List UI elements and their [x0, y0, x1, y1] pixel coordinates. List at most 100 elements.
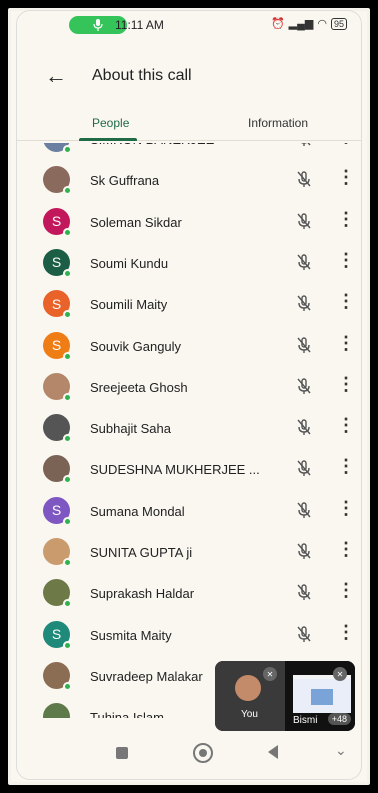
arrow-left-icon[interactable]: ← [45, 63, 67, 89]
system-nav-bar: ⌄ [17, 729, 361, 779]
picture-in-picture[interactable]: ✕ You ✕ Bismi +48 [215, 661, 355, 731]
participant-row[interactable]: SUDESHNA MUKHERJEE ... ⋮ [17, 451, 361, 493]
presence-indicator [63, 145, 72, 154]
participant-row[interactable]: Sreejeeta Ghosh ⋮ [17, 369, 361, 411]
avatar: S [43, 207, 72, 237]
more-options-icon[interactable]: ⋮ [337, 540, 355, 558]
presence-indicator [63, 351, 72, 361]
avatar: S [43, 248, 72, 278]
participant-name: Susmita Maity [90, 627, 172, 643]
page-title: About this call [92, 67, 192, 84]
more-options-icon[interactable]: ⋮ [337, 143, 355, 145]
presence-indicator [63, 434, 72, 444]
mic-icon [93, 19, 103, 31]
mic-off-icon [295, 170, 313, 188]
wifi-icon: ◠ [317, 18, 327, 30]
participant-row[interactable]: SUNITA GUPTA ji ⋮ [17, 534, 361, 576]
battery-indicator: 95 [330, 17, 347, 30]
status-bar: 11:11 AM ⏰ ▂▄▆ ◠ 95 [17, 11, 361, 39]
participant-name: Subhajit Saha [90, 421, 171, 437]
more-options-icon[interactable]: ⋮ [337, 581, 355, 599]
mic-off-icon [295, 625, 313, 643]
participant-row[interactable]: S Soumi Kundu ⋮ [17, 245, 361, 287]
mic-off-icon: ✕ [263, 667, 277, 681]
pip-self-label: You [241, 709, 258, 720]
participant-row[interactable]: S Soumili Maity ⋮ [17, 286, 361, 328]
avatar [43, 143, 72, 154]
avatar [43, 166, 72, 196]
mic-off-icon [295, 377, 313, 395]
more-options-icon[interactable]: ⋮ [337, 210, 355, 228]
presence-indicator [63, 268, 72, 278]
participant-name: Suprakash Haldar [90, 586, 195, 602]
more-options-icon[interactable]: ⋮ [337, 375, 355, 393]
participant-row[interactable]: S Souvik Ganguly ⋮ [17, 328, 361, 370]
participant-name: Suvradeep Malakar [90, 668, 203, 684]
participant-name: Sk Guffrana [90, 173, 160, 189]
avatar-initial: S [51, 502, 62, 519]
avatar [43, 372, 72, 402]
mic-off-icon [295, 143, 313, 147]
avatar-initial: S [51, 254, 62, 271]
participant-row[interactable]: S Sumana Mondal ⋮ [17, 493, 361, 535]
avatar: S [43, 496, 72, 526]
mic-off-icon [295, 253, 313, 271]
participant-name: Souvik Ganguly [90, 338, 182, 354]
participant-name: SUDESHNA MUKHERJEE ... [90, 462, 260, 478]
recents-button[interactable] [116, 747, 128, 759]
avatar-initial: S [51, 213, 62, 230]
mic-off-icon [295, 459, 313, 477]
participant-name: Sreejeeta Ghosh [90, 379, 188, 395]
participant-row[interactable]: Subhajit Saha ⋮ [17, 410, 361, 452]
active-tab-indicator [79, 138, 137, 141]
avatar: S [43, 620, 72, 650]
avatar: S [43, 290, 72, 320]
presence-indicator [63, 186, 72, 196]
home-button[interactable] [193, 743, 213, 763]
pip-self-tile: ✕ You [215, 661, 285, 731]
screen: 11:11 AM ⏰ ▂▄▆ ◠ 95 ← About this call Pe… [16, 10, 362, 780]
more-options-icon[interactable]: ⋮ [337, 457, 355, 475]
mic-off-icon [295, 501, 313, 519]
presence-indicator [63, 475, 72, 485]
participant-name: SIMRON BANERJEE [90, 143, 214, 147]
avatar [43, 661, 72, 691]
avatar [43, 703, 70, 718]
presence-indicator [63, 599, 72, 609]
presence-indicator [63, 558, 72, 567]
avatar [235, 675, 261, 701]
participant-name: Soumili Maity [90, 297, 168, 313]
participant-row[interactable]: S Soleman Sikdar ⋮ [17, 204, 361, 246]
presence-indicator [63, 516, 72, 526]
tab-people[interactable]: People [92, 116, 129, 130]
mic-off-icon [295, 336, 313, 354]
mic-off-icon [295, 418, 313, 436]
participant-name: Sumana Mondal [90, 503, 185, 519]
more-options-icon[interactable]: ⋮ [337, 623, 355, 641]
more-options-icon[interactable]: ⋮ [337, 251, 355, 269]
participant-row[interactable]: Suprakash Haldar ⋮ [17, 575, 361, 617]
chevron-down-icon[interactable]: ⌄ [335, 742, 347, 759]
avatar [43, 579, 72, 609]
screen-share-preview [293, 675, 351, 713]
more-options-icon[interactable]: ⋮ [337, 334, 355, 352]
pip-other-tile: ✕ Bismi +48 [285, 661, 355, 731]
participant-name: Soumi Kundu [90, 255, 169, 271]
status-time: 11:11 AM [115, 18, 164, 32]
participant-row[interactable]: Sk Guffrana ⋮ [17, 162, 361, 204]
pip-other-name: Bismi [293, 715, 318, 726]
participant-name: Tuhina Islam [90, 710, 164, 718]
back-button[interactable] [268, 745, 278, 759]
presence-indicator [63, 640, 72, 650]
alarm-icon: ⏰ [270, 18, 285, 30]
participant-row[interactable]: S Susmita Maity ⋮ [17, 617, 361, 659]
tab-information[interactable]: Information [248, 116, 308, 130]
more-options-icon[interactable]: ⋮ [337, 168, 355, 186]
participant-row[interactable]: SIMRON BANERJEE ⋮ [17, 143, 361, 163]
more-options-icon[interactable]: ⋮ [337, 292, 355, 310]
presence-indicator [63, 681, 72, 691]
more-options-icon[interactable]: ⋮ [337, 416, 355, 434]
participant-list[interactable]: SIMRON BANERJEE ⋮ Sk Guffrana ⋮ S Soleman Sik… [17, 143, 361, 718]
participant-count-badge: +48 [327, 713, 351, 725]
more-options-icon[interactable]: ⋮ [337, 499, 355, 517]
